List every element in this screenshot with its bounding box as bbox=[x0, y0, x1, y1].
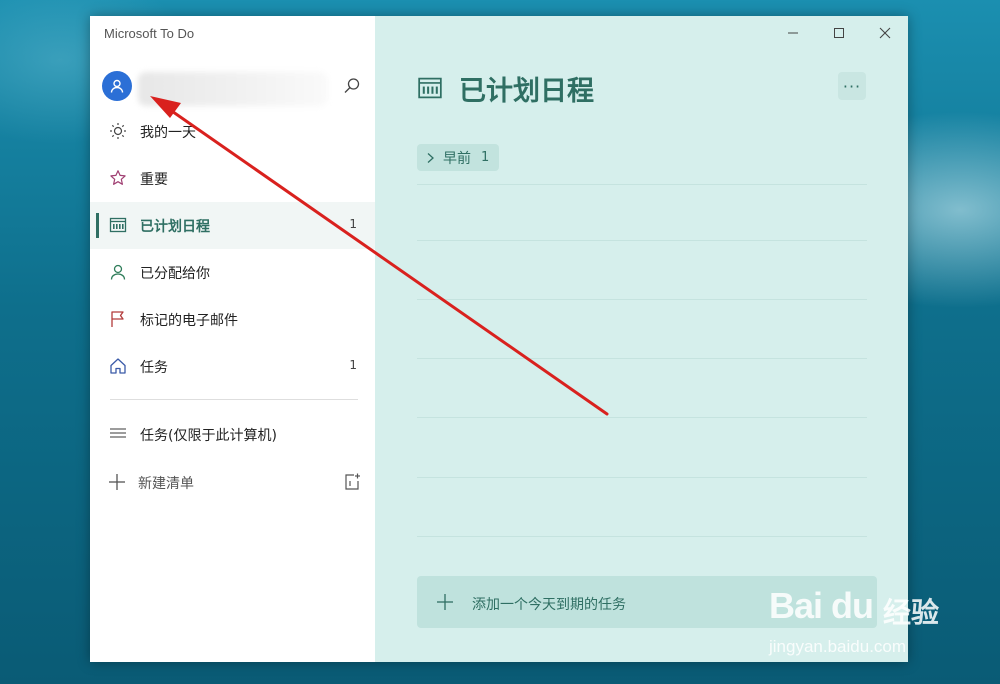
sidebar-item-label: 已计划日程 bbox=[140, 219, 210, 235]
person-icon bbox=[110, 79, 124, 93]
window-controls bbox=[770, 16, 908, 50]
plus-icon bbox=[435, 592, 455, 612]
home-icon bbox=[108, 356, 128, 376]
sidebar-item-count: 1 bbox=[349, 217, 357, 231]
blurred-account-name bbox=[138, 72, 328, 106]
close-icon bbox=[879, 27, 891, 39]
list-header: 已计划日程 bbox=[417, 68, 594, 108]
new-group-icon bbox=[345, 473, 360, 490]
plus-icon bbox=[106, 471, 128, 493]
more-options-button[interactable]: ··· bbox=[838, 72, 866, 100]
sidebar-item-label: 任务(仅限于此计算机) bbox=[140, 428, 277, 444]
calendar-icon bbox=[418, 77, 442, 99]
watermark-url: jingyan.baidu.com bbox=[769, 637, 907, 656]
smart-lists: 我的一天 重要 已计划日程 1 已分配给你 标记的电子邮件 任务 1 bbox=[90, 108, 375, 390]
watermark-brand: Bai du bbox=[769, 585, 874, 626]
baidu-watermark: Bai du 经验 jingyan.baidu.com bbox=[765, 575, 990, 665]
sidebar-item-my-day[interactable]: 我的一天 bbox=[90, 108, 375, 155]
search-icon bbox=[344, 78, 360, 93]
flag-icon bbox=[108, 309, 128, 329]
chevron-right-icon bbox=[427, 152, 434, 163]
row-divider bbox=[417, 417, 867, 418]
star-icon bbox=[108, 168, 128, 188]
watermark-cn: 经验 bbox=[883, 596, 940, 629]
search-button[interactable] bbox=[340, 74, 364, 98]
maximize-icon bbox=[834, 28, 844, 38]
new-group-button[interactable] bbox=[341, 471, 363, 493]
row-divider bbox=[417, 358, 867, 359]
avatar[interactable] bbox=[102, 71, 132, 101]
sidebar-item-label: 我的一天 bbox=[140, 125, 196, 141]
sidebar-item-planned[interactable]: 已计划日程 1 bbox=[90, 202, 375, 249]
row-divider bbox=[417, 240, 867, 241]
row-divider bbox=[417, 184, 867, 185]
row-divider bbox=[417, 536, 867, 537]
sidebar-item-label: 重要 bbox=[140, 172, 168, 188]
sidebar-item-local-tasks[interactable]: 任务(仅限于此计算机) bbox=[90, 411, 375, 455]
sidebar-divider bbox=[110, 399, 358, 400]
profile-row[interactable] bbox=[90, 68, 375, 108]
sidebar-item-count: 1 bbox=[349, 358, 357, 372]
row-divider bbox=[417, 299, 867, 300]
group-label: 早前 bbox=[443, 150, 471, 167]
sun-icon bbox=[108, 121, 128, 141]
sidebar-item-important[interactable]: 重要 bbox=[90, 155, 375, 202]
sidebar-item-tasks[interactable]: 任务 1 bbox=[90, 343, 375, 390]
app-window: Microsoft To Do 我的一天 重要 已计划日程 1 已分配给你 标记… bbox=[90, 16, 908, 662]
close-button[interactable] bbox=[862, 16, 908, 50]
sidebar-item-label: 已分配给你 bbox=[140, 266, 210, 282]
maximize-button[interactable] bbox=[816, 16, 862, 50]
calendar-icon bbox=[108, 215, 128, 235]
app-title: Microsoft To Do bbox=[104, 26, 195, 41]
person-icon bbox=[108, 262, 128, 282]
minimize-icon bbox=[788, 32, 798, 34]
sidebar: Microsoft To Do 我的一天 重要 已计划日程 1 已分配给你 标记… bbox=[90, 16, 375, 662]
page-title: 已计划日程 bbox=[459, 75, 594, 107]
new-list-label: 新建清单 bbox=[138, 476, 194, 492]
minimize-button[interactable] bbox=[770, 16, 816, 50]
new-list-button[interactable]: 新建清单 bbox=[90, 459, 375, 503]
row-divider bbox=[417, 477, 867, 478]
list-icon bbox=[108, 423, 128, 443]
sidebar-item-flagged-email[interactable]: 标记的电子邮件 bbox=[90, 296, 375, 343]
add-task-placeholder: 添加一个今天到期的任务 bbox=[472, 597, 626, 613]
sidebar-item-assigned[interactable]: 已分配给你 bbox=[90, 249, 375, 296]
sidebar-item-label: 任务 bbox=[140, 360, 168, 376]
main-panel: 已计划日程 ··· 早前 1 添加一个今天到期的任务 bbox=[375, 16, 908, 662]
sidebar-item-label: 标记的电子邮件 bbox=[140, 313, 238, 329]
group-count: 1 bbox=[481, 150, 490, 165]
group-toggle-earlier[interactable]: 早前 1 bbox=[417, 144, 500, 171]
